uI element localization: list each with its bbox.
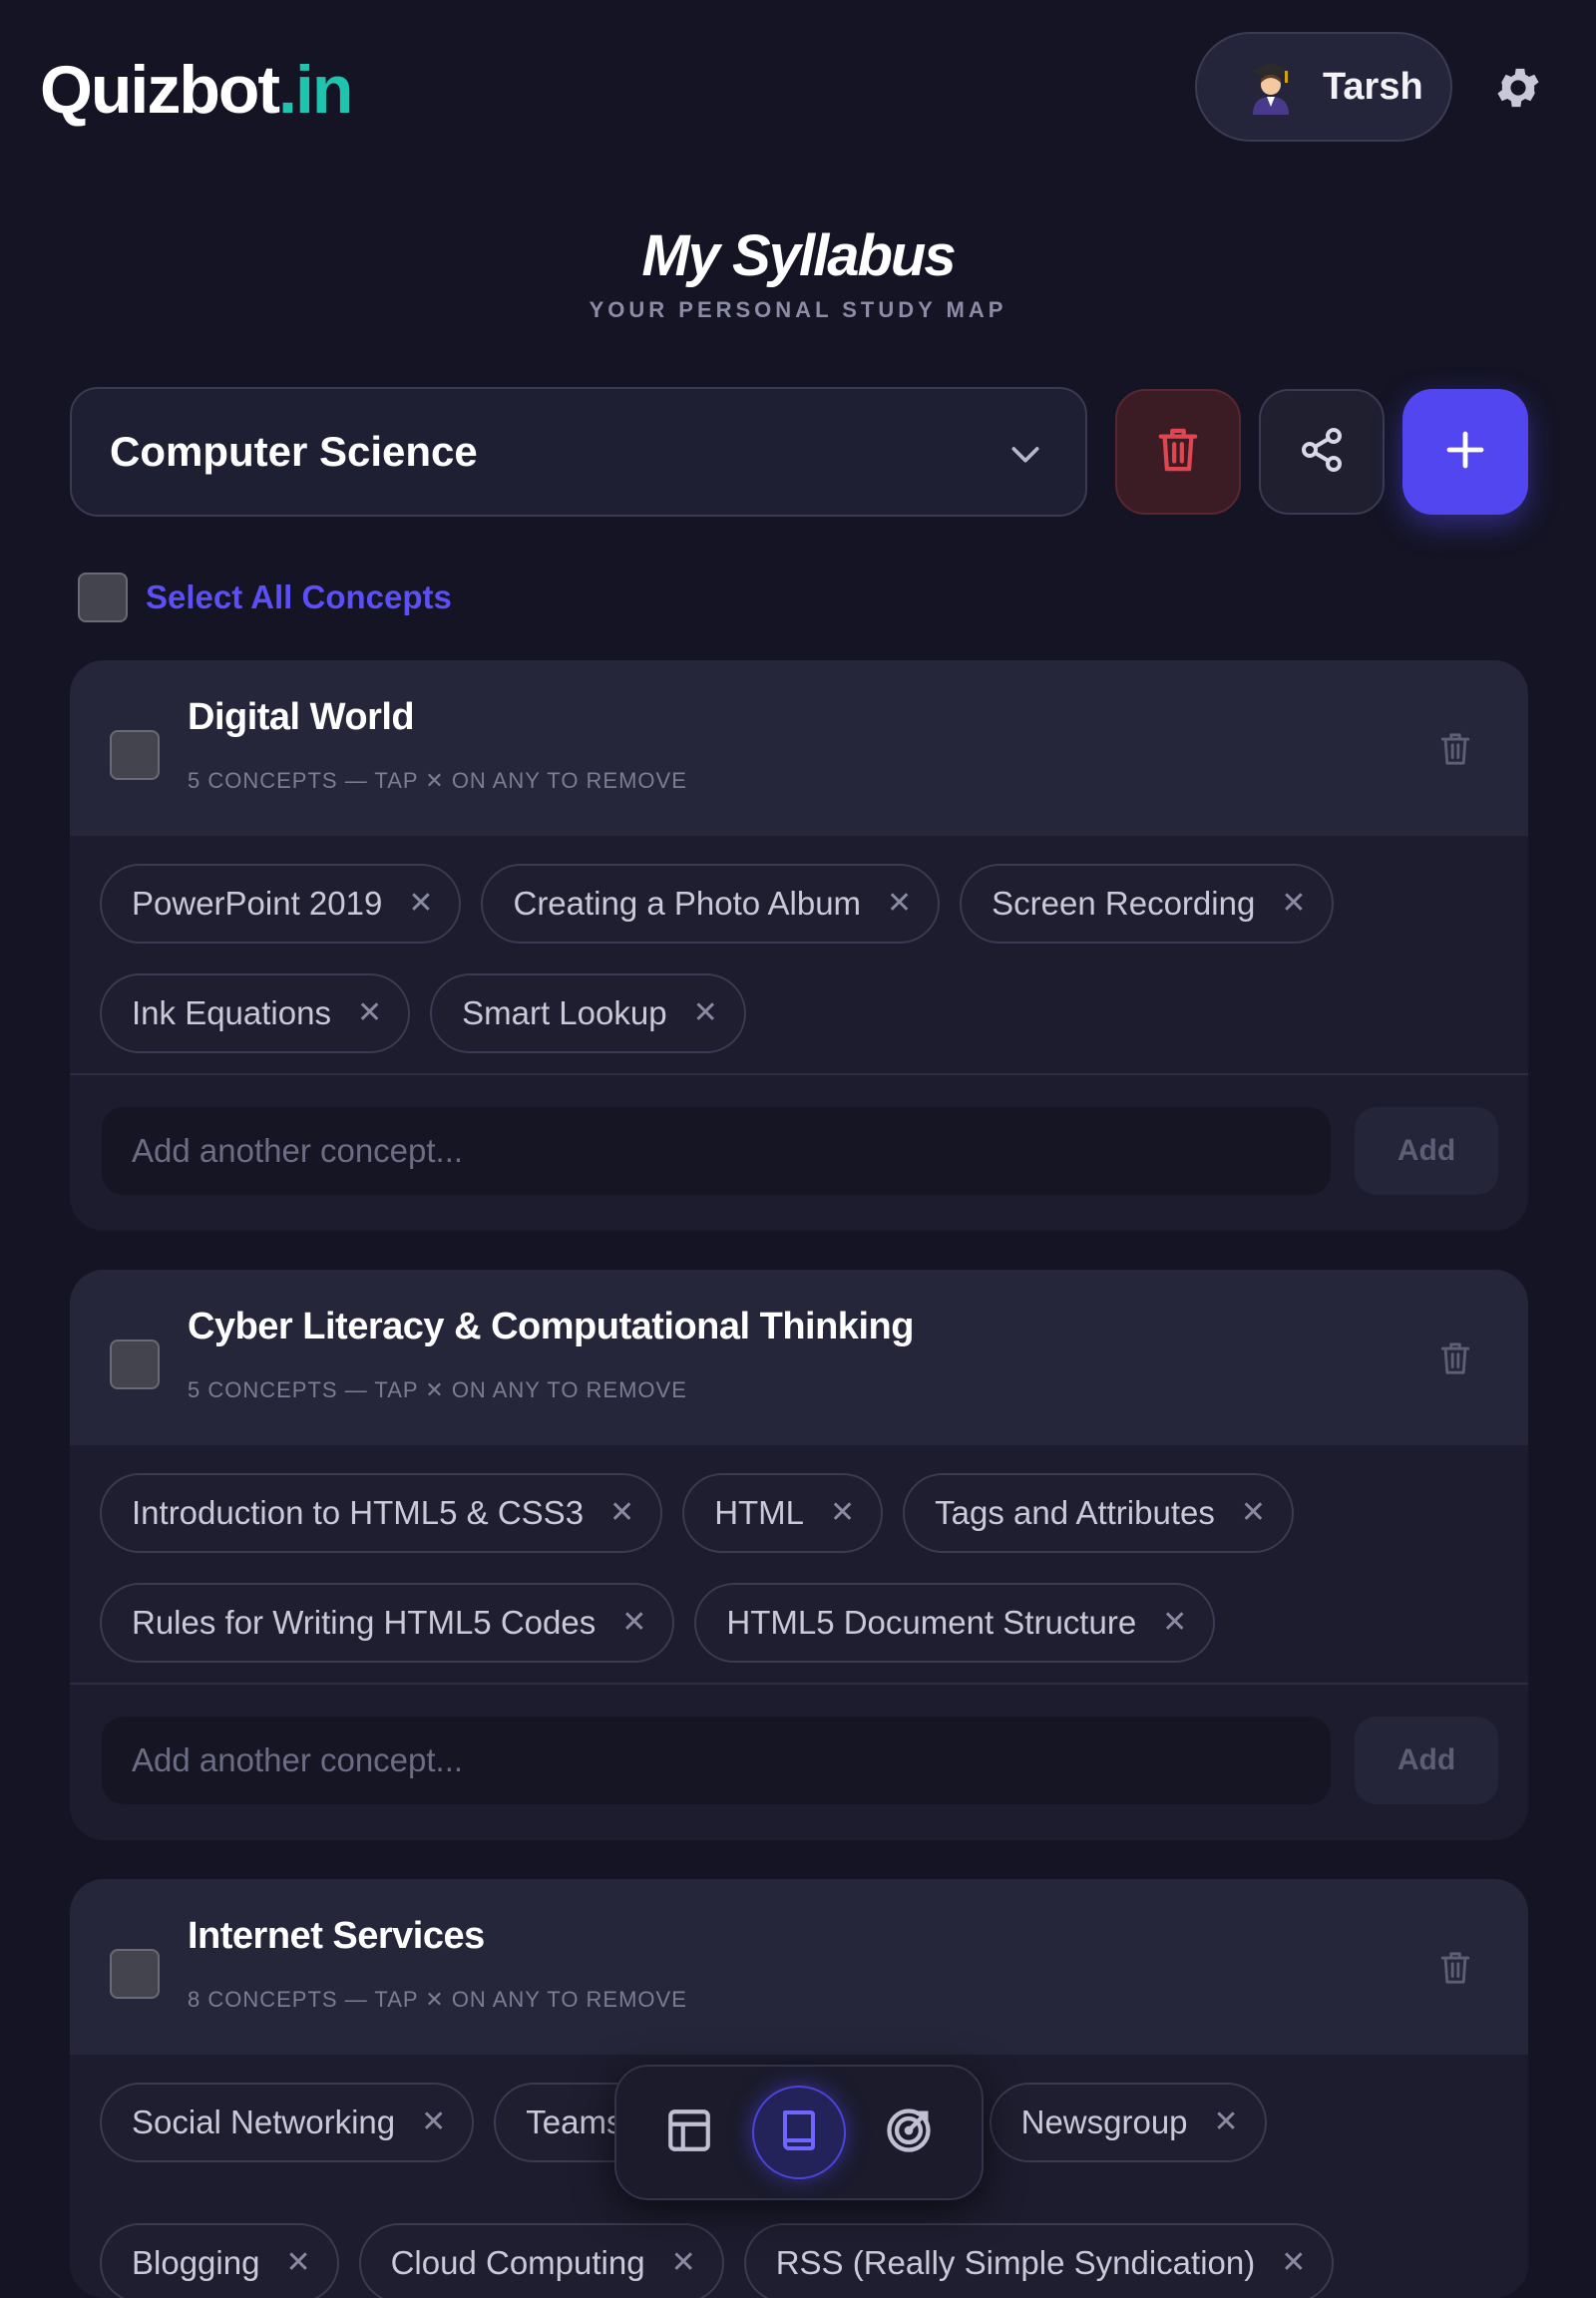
- concept-list: PowerPoint 2019 ✕ Creating a Photo Album ✕…: [70, 836, 1528, 1075]
- close-icon[interactable]: ✕: [1162, 1608, 1187, 1638]
- concept-chip[interactable]: Cloud Computing ✕: [358, 2223, 724, 2298]
- logo-domain-text: .in: [278, 52, 353, 128]
- book-icon: [775, 2106, 823, 2160]
- concept-chip[interactable]: Creating a Photo Album ✕: [481, 864, 941, 944]
- topic-header: Internet Services 8 CONCEPTS — TAP ✕ ON …: [70, 1879, 1528, 2055]
- concept-label: Teams: [526, 2104, 623, 2140]
- nav-syllabus[interactable]: [752, 2086, 846, 2179]
- topic-meta: 5 CONCEPTS — TAP ✕ ON ANY TO REMOVE: [188, 768, 687, 793]
- concept-chip[interactable]: Social Networking ✕: [100, 2083, 475, 2162]
- trash-icon: [1155, 425, 1201, 480]
- nav-dashboard[interactable]: [642, 2086, 736, 2179]
- add-concept-input[interactable]: [102, 1717, 1331, 1804]
- concept-chip[interactable]: Smart Lookup ✕: [430, 973, 746, 1053]
- concept-label: Introduction to HTML5 & CSS3: [132, 1494, 585, 1531]
- concept-chip[interactable]: Blogging ✕: [100, 2223, 339, 2298]
- topic-title: Internet Services: [188, 1915, 485, 1957]
- topic-meta: 5 CONCEPTS — TAP ✕ ON ANY TO REMOVE: [188, 1377, 687, 1402]
- concept-chip[interactable]: Screen Recording ✕: [960, 864, 1335, 944]
- concept-chip[interactable]: Tags and Attributes ✕: [903, 1473, 1294, 1553]
- add-concept-button[interactable]: Add: [1355, 1717, 1498, 1804]
- concept-label: RSS (Really Simple Syndication): [775, 2244, 1256, 2281]
- concept-label: Smart Lookup: [462, 994, 667, 1031]
- select-all-row[interactable]: Select All Concepts: [78, 573, 452, 622]
- user-profile-button[interactable]: Tarsh: [1195, 32, 1452, 142]
- close-icon[interactable]: ✕: [357, 998, 382, 1028]
- topic-checkbox[interactable]: [110, 1949, 160, 1999]
- concept-label: Creating a Photo Album: [513, 885, 862, 922]
- add-concept-row: Add: [70, 1075, 1528, 1229]
- concept-chip[interactable]: Ink Equations ✕: [100, 973, 411, 1053]
- select-all-label[interactable]: Select All Concepts: [146, 578, 452, 616]
- plus-icon: [1441, 426, 1489, 479]
- topic-title: Digital World: [188, 696, 415, 738]
- topic-checkbox[interactable]: [110, 1340, 160, 1389]
- layout-icon: [664, 2106, 714, 2160]
- concept-label: Rules for Writing HTML5 Codes: [132, 1604, 597, 1641]
- concept-chip[interactable]: Introduction to HTML5 & CSS3 ✕: [100, 1473, 663, 1553]
- close-icon[interactable]: ✕: [621, 1608, 646, 1638]
- concept-chip[interactable]: HTML5 Document Structure ✕: [694, 1583, 1216, 1663]
- topic-card: Cyber Literacy & Computational Thinking …: [70, 1270, 1528, 1840]
- nav-goals[interactable]: [862, 2086, 956, 2179]
- share-icon: [1298, 426, 1346, 479]
- close-icon[interactable]: ✕: [1281, 889, 1306, 919]
- close-icon[interactable]: ✕: [1241, 1498, 1266, 1528]
- topic-checkbox[interactable]: [110, 730, 160, 780]
- concept-chip[interactable]: PowerPoint 2019 ✕: [100, 864, 462, 944]
- topic-title: Cyber Literacy & Computational Thinking: [188, 1306, 914, 1347]
- concept-label: HTML5 Document Structure: [726, 1604, 1137, 1641]
- add-subject-button[interactable]: [1402, 389, 1528, 515]
- topic-meta: 8 CONCEPTS — TAP ✕ ON ANY TO REMOVE: [188, 1987, 687, 2012]
- concept-label: Newsgroup: [1020, 2104, 1188, 2140]
- topic-card: Digital World 5 CONCEPTS — TAP ✕ ON ANY …: [70, 660, 1528, 1231]
- concept-chip[interactable]: HTML ✕: [682, 1473, 884, 1553]
- graduate-avatar-icon: [1247, 59, 1295, 115]
- trash-icon[interactable]: [1438, 1340, 1472, 1377]
- gear-icon[interactable]: [1492, 62, 1544, 114]
- close-icon[interactable]: ✕: [1214, 2107, 1239, 2137]
- concept-label: Blogging: [132, 2244, 260, 2281]
- trash-icon[interactable]: [1438, 730, 1472, 768]
- concept-label: HTML: [714, 1494, 805, 1531]
- close-icon[interactable]: ✕: [671, 2248, 696, 2278]
- select-all-checkbox[interactable]: [78, 573, 128, 622]
- concept-list: Introduction to HTML5 & CSS3 ✕ HTML ✕ Tags…: [70, 1445, 1528, 1685]
- close-icon[interactable]: ✕: [693, 998, 718, 1028]
- chevron-down-icon: [1005, 434, 1045, 474]
- share-button[interactable]: [1259, 389, 1385, 515]
- user-name: Tarsh: [1323, 65, 1423, 108]
- bottom-nav: [614, 2065, 984, 2200]
- close-icon[interactable]: ✕: [887, 889, 912, 919]
- concept-label: Cloud Computing: [390, 2244, 645, 2281]
- close-icon[interactable]: ✕: [1281, 2248, 1306, 2278]
- concept-chip[interactable]: Newsgroup ✕: [989, 2083, 1267, 2162]
- target-icon: [883, 2105, 935, 2161]
- close-icon[interactable]: ✕: [421, 2107, 446, 2137]
- subject-selected-value: Computer Science: [110, 428, 478, 475]
- delete-subject-button[interactable]: [1115, 389, 1241, 515]
- close-icon[interactable]: ✕: [408, 889, 433, 919]
- concept-chip[interactable]: RSS (Really Simple Syndication) ✕: [743, 2223, 1335, 2298]
- trash-icon[interactable]: [1438, 1949, 1472, 1987]
- close-icon[interactable]: ✕: [285, 2248, 310, 2278]
- concept-label: PowerPoint 2019: [132, 885, 383, 922]
- close-icon[interactable]: ✕: [830, 1498, 855, 1528]
- concept-label: Tags and Attributes: [935, 1494, 1215, 1531]
- add-concept-input[interactable]: [102, 1107, 1331, 1195]
- close-icon[interactable]: ✕: [609, 1498, 634, 1528]
- subject-dropdown[interactable]: Computer Science: [70, 387, 1087, 517]
- page-subtitle: YOUR PERSONAL STUDY MAP: [589, 297, 1007, 322]
- topic-header: Digital World 5 CONCEPTS — TAP ✕ ON ANY …: [70, 660, 1528, 836]
- topic-header: Cyber Literacy & Computational Thinking …: [70, 1270, 1528, 1445]
- concept-label: Social Networking: [132, 2104, 396, 2140]
- add-concept-row: Add: [70, 1685, 1528, 1838]
- page-title: My Syllabus: [641, 223, 956, 288]
- app-logo[interactable]: Quizbot.in: [40, 50, 353, 130]
- concept-chip[interactable]: Rules for Writing HTML5 Codes ✕: [100, 1583, 675, 1663]
- logo-main-text: Quizbot: [40, 52, 280, 128]
- add-concept-button[interactable]: Add: [1355, 1107, 1498, 1195]
- concept-label: Screen Recording: [992, 885, 1256, 922]
- concept-label: Ink Equations: [132, 994, 331, 1031]
